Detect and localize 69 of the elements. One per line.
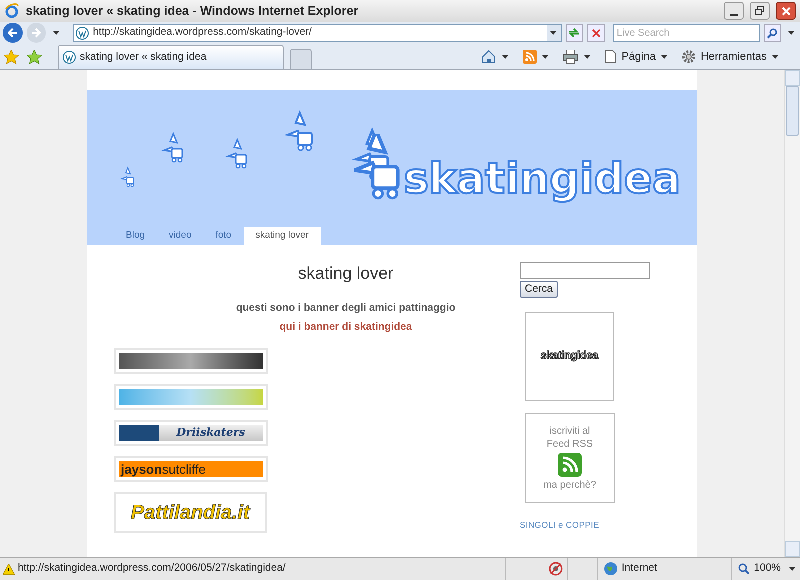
refresh-icon (568, 27, 580, 39)
caret-icon (789, 567, 796, 571)
nav-tab[interactable]: video (157, 227, 204, 245)
page-icon (604, 50, 617, 64)
printer-icon (562, 50, 579, 64)
warning-icon (3, 564, 15, 574)
caret-icon (550, 31, 558, 35)
url-text: http://skatingidea.wordpress.com/skating-lover/ (93, 25, 313, 40)
search-field[interactable]: Live Search (612, 24, 760, 42)
close-icon (782, 6, 790, 16)
browser-logo-icon (4, 3, 20, 19)
banner-text: jayson (121, 462, 162, 476)
intro-text: questi sono i banner degli amici pattinaggio (235, 300, 456, 316)
nav-tab[interactable]: foto (204, 227, 244, 245)
magnifier-icon (738, 563, 750, 575)
back-arrow-icon (8, 28, 18, 38)
caret-icon (660, 55, 668, 59)
address-dropdown-icon[interactable] (546, 25, 561, 41)
back-button[interactable] (3, 23, 23, 43)
globe-icon (604, 562, 618, 576)
rss-icon (558, 452, 582, 476)
stop-button[interactable] (587, 24, 605, 42)
tools-button[interactable]: Herramientas (678, 48, 782, 66)
logo-badge[interactable]: skatingidea (525, 312, 614, 401)
forward-arrow-icon (31, 28, 42, 38)
rss-icon (522, 50, 537, 64)
restore-icon (755, 6, 765, 16)
search-button[interactable] (764, 24, 782, 42)
banner-image[interactable] (114, 348, 268, 374)
page-button[interactable]: Página (602, 48, 671, 66)
banners-link[interactable]: qui i banner di skatingidea (184, 320, 412, 336)
site-icon (63, 51, 76, 64)
privacy-icon[interactable] (549, 562, 563, 576)
minimize-button[interactable] (724, 2, 744, 20)
refresh-button[interactable] (566, 24, 584, 42)
caret-icon (53, 31, 60, 35)
zone-text: Internet (622, 561, 658, 576)
caret-icon (502, 55, 509, 59)
restore-button[interactable] (750, 2, 770, 20)
browser-tab[interactable]: skating lover « skating idea (58, 45, 284, 69)
banner-text: sutcliffe (162, 462, 206, 476)
banner-text: Pattilandia.it (131, 500, 250, 526)
post-title: skating lover (297, 263, 394, 285)
close-button[interactable] (776, 2, 796, 20)
zoom-button[interactable]: 100% (731, 558, 800, 580)
site-icon (76, 26, 90, 40)
search-button[interactable]: Cerca (520, 281, 558, 298)
banner-text: Driiskaters (176, 424, 246, 441)
home-icon (480, 49, 497, 65)
stop-icon (592, 28, 601, 38)
nav-tab[interactable]: skating lover (244, 227, 321, 245)
favorites-star-icon[interactable] (4, 50, 19, 64)
add-favorite-icon[interactable] (27, 50, 42, 64)
search-icon (766, 28, 778, 38)
caret-icon (772, 55, 779, 59)
caret-icon (584, 55, 591, 59)
search-field[interactable] (520, 262, 650, 279)
address-field[interactable]: http://skatingidea.wordpress.com/skating-lover/ (73, 24, 562, 42)
caret-icon (788, 31, 795, 35)
category-link[interactable]: SINGOLI e COPPIE (520, 519, 600, 532)
rss-badge[interactable]: iscriviti al Feed RSS ma perchè? (525, 413, 615, 503)
banner[interactable]: jaysonsutcliffe (114, 456, 268, 482)
scrollbar[interactable] (784, 70, 800, 557)
nav-tab[interactable]: Blog (114, 227, 158, 245)
gear-icon (682, 50, 696, 64)
caret-icon (542, 55, 549, 59)
banner[interactable]: Driiskaters (114, 420, 268, 446)
status-url: http://skatingidea.wordpress.com/2006/05/27/skatingidea/ (18, 561, 287, 576)
window-title: skating lover « skating idea - Windows Internet Explorer (26, 2, 360, 20)
